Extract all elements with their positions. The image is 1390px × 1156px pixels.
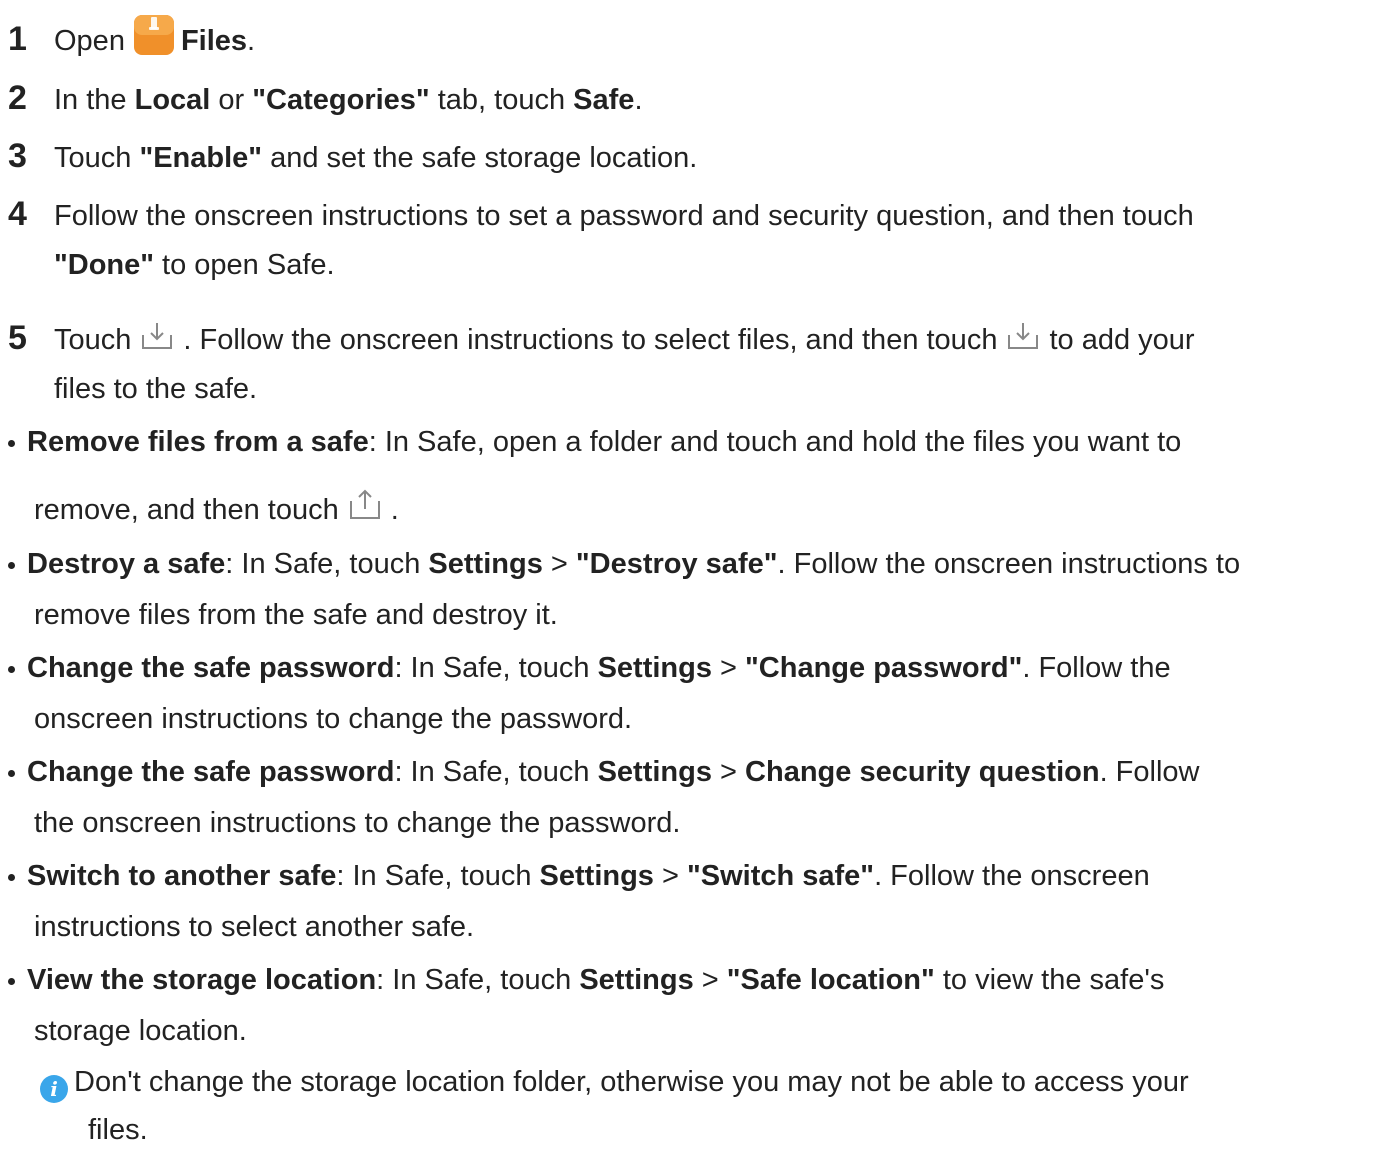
bullet-text: : In Safe, touch <box>336 860 540 892</box>
note: i Don't change the storage location folde… <box>40 1057 1189 1108</box>
step-text: and set the safe storage location. <box>262 142 698 174</box>
bullet-title: Change the safe password <box>27 652 395 684</box>
bullet-remove-files-continued: remove, and then touch. <box>34 485 399 536</box>
bullet-text: remove files from the safe and destroy i… <box>34 599 558 631</box>
step-1: 1 Open Files. <box>8 14 255 67</box>
bullet-text: > <box>693 964 727 996</box>
step-text: to add your <box>1049 324 1195 356</box>
step-5: 5 Touch . Follow the onscreen instructions… <box>8 313 1195 366</box>
bullet-change-password-continued: onscreen instructions to change the pass… <box>34 694 632 745</box>
step-number: 1 <box>8 20 27 58</box>
bullet-text: to view the safe's <box>934 964 1165 996</box>
step-number: 5 <box>8 319 27 357</box>
bullet-dot <box>8 769 15 777</box>
bullet-title: Change the safe password <box>27 756 395 788</box>
step-text: . Follow the onscreen instructions to se… <box>183 324 998 356</box>
bullet-text: the onscreen instructions to change the … <box>34 807 681 839</box>
bullet-bold: Settings <box>597 652 712 684</box>
bullet-bold: Change security question <box>745 756 1100 788</box>
bullet-title: Switch to another safe <box>27 860 337 892</box>
step-bold: "Categories" <box>252 84 430 116</box>
bullet-text: : In Safe, touch <box>376 964 580 996</box>
step-number: 3 <box>8 137 27 175</box>
bullet-view-location: View the storage location: In Safe, touc… <box>8 955 1164 1006</box>
bullet-bold: Settings <box>428 548 543 580</box>
export-icon <box>347 487 383 519</box>
bullet-dot <box>8 561 15 569</box>
bullet-text: . Follow the <box>1022 652 1171 684</box>
bullet-title: Destroy a safe <box>27 548 226 580</box>
bullet-text: . Follow the onscreen <box>874 860 1150 892</box>
bullet-text: > <box>653 860 687 892</box>
bullet-remove-files: Remove files from a safe: In Safe, open … <box>8 417 1181 468</box>
bullet-destroy-safe-continued: remove files from the safe and destroy i… <box>34 590 558 641</box>
bullet-text: . <box>390 494 399 526</box>
bullet-change-security-question: Change the safe password: In Safe, touch… <box>8 747 1199 798</box>
step-text: . <box>634 84 643 116</box>
step-text: tab, touch <box>429 84 574 116</box>
note-text: Don't change the storage location folder… <box>74 1066 1189 1098</box>
step-bold: Local <box>134 84 211 116</box>
step-bold: "Done" <box>54 249 154 281</box>
bullet-text: instructions to select another safe. <box>34 911 475 943</box>
step-bold: "Enable" <box>139 142 263 174</box>
bullet-bold: Settings <box>597 756 712 788</box>
bullet-text: . Follow the onscreen instructions to <box>777 548 1241 580</box>
step-text: to open Safe. <box>154 249 335 281</box>
bullet-change-password: Change the safe password: In Safe, touch… <box>8 643 1171 694</box>
step-2: 2 In the Local or "Categories" tab, touch… <box>8 73 643 126</box>
bullet-view-location-continued: storage location. <box>34 1006 247 1057</box>
step-5-continued: files to the safe. <box>54 364 257 415</box>
step-text: Follow the onscreen instructions to set … <box>54 200 1194 232</box>
step-text: Touch <box>54 324 132 356</box>
bullet-dot <box>8 665 15 673</box>
step-4-continued: "Done" to open Safe. <box>54 240 335 291</box>
bullet-text: onscreen instructions to change the pass… <box>34 703 633 735</box>
import-icon <box>139 317 175 349</box>
step-3: 3 Touch "Enable" and set the safe storage… <box>8 131 697 184</box>
step-text: In the <box>54 84 135 116</box>
bullet-bold: "Switch safe" <box>687 860 875 892</box>
step-bold: Safe <box>573 84 635 116</box>
bullet-dot <box>8 977 15 985</box>
note-continued: files. <box>88 1105 148 1156</box>
bullet-text: > <box>542 548 576 580</box>
bullet-switch-safe: Switch to another safe: In Safe, touch S… <box>8 851 1150 902</box>
bullet-text: remove, and then touch <box>34 494 339 526</box>
step-text: files to the safe. <box>54 373 258 405</box>
bullet-text: . Follow <box>1099 756 1200 788</box>
step-number: 4 <box>8 195 27 233</box>
bullet-text: storage location. <box>34 1015 247 1047</box>
bullet-dot <box>8 873 15 881</box>
bullet-bold: "Destroy safe" <box>575 548 778 580</box>
bullet-bold: Settings <box>539 860 654 892</box>
bullet-change-security-question-continued: the onscreen instructions to change the … <box>34 798 680 849</box>
files-app-icon <box>133 14 175 56</box>
step-text: . <box>247 25 256 57</box>
step-text: Open <box>54 25 125 57</box>
bullet-text: : In Safe, touch <box>394 756 598 788</box>
bullet-title: View the storage location <box>27 964 377 996</box>
bullet-text: > <box>711 652 746 684</box>
bullet-bold: "Safe location" <box>726 964 935 996</box>
bullet-title: Remove files from a safe <box>27 426 369 458</box>
import-icon <box>1005 317 1041 349</box>
bullet-bold: Settings <box>579 964 694 996</box>
bullet-destroy-safe: Destroy a safe: In Safe, touch Settings … <box>8 539 1240 590</box>
bullet-text: : In Safe, touch <box>394 652 598 684</box>
step-number: 2 <box>8 79 27 117</box>
bullet-dot <box>8 439 15 447</box>
bullet-bold: "Change password" <box>745 652 1023 684</box>
note-text: files. <box>88 1114 148 1146</box>
info-icon: i <box>40 1075 68 1103</box>
bullet-switch-safe-continued: instructions to select another safe. <box>34 902 474 953</box>
bullet-text: : In Safe, open a folder and touch and h… <box>368 426 1182 458</box>
step-text: or <box>210 84 253 116</box>
bullet-text: > <box>711 756 746 788</box>
step-text: Touch <box>54 142 140 174</box>
bullet-text: : In Safe, touch <box>225 548 429 580</box>
step-4: 4 Follow the onscreen instructions to set… <box>8 189 1194 242</box>
files-label: Files <box>180 25 248 57</box>
